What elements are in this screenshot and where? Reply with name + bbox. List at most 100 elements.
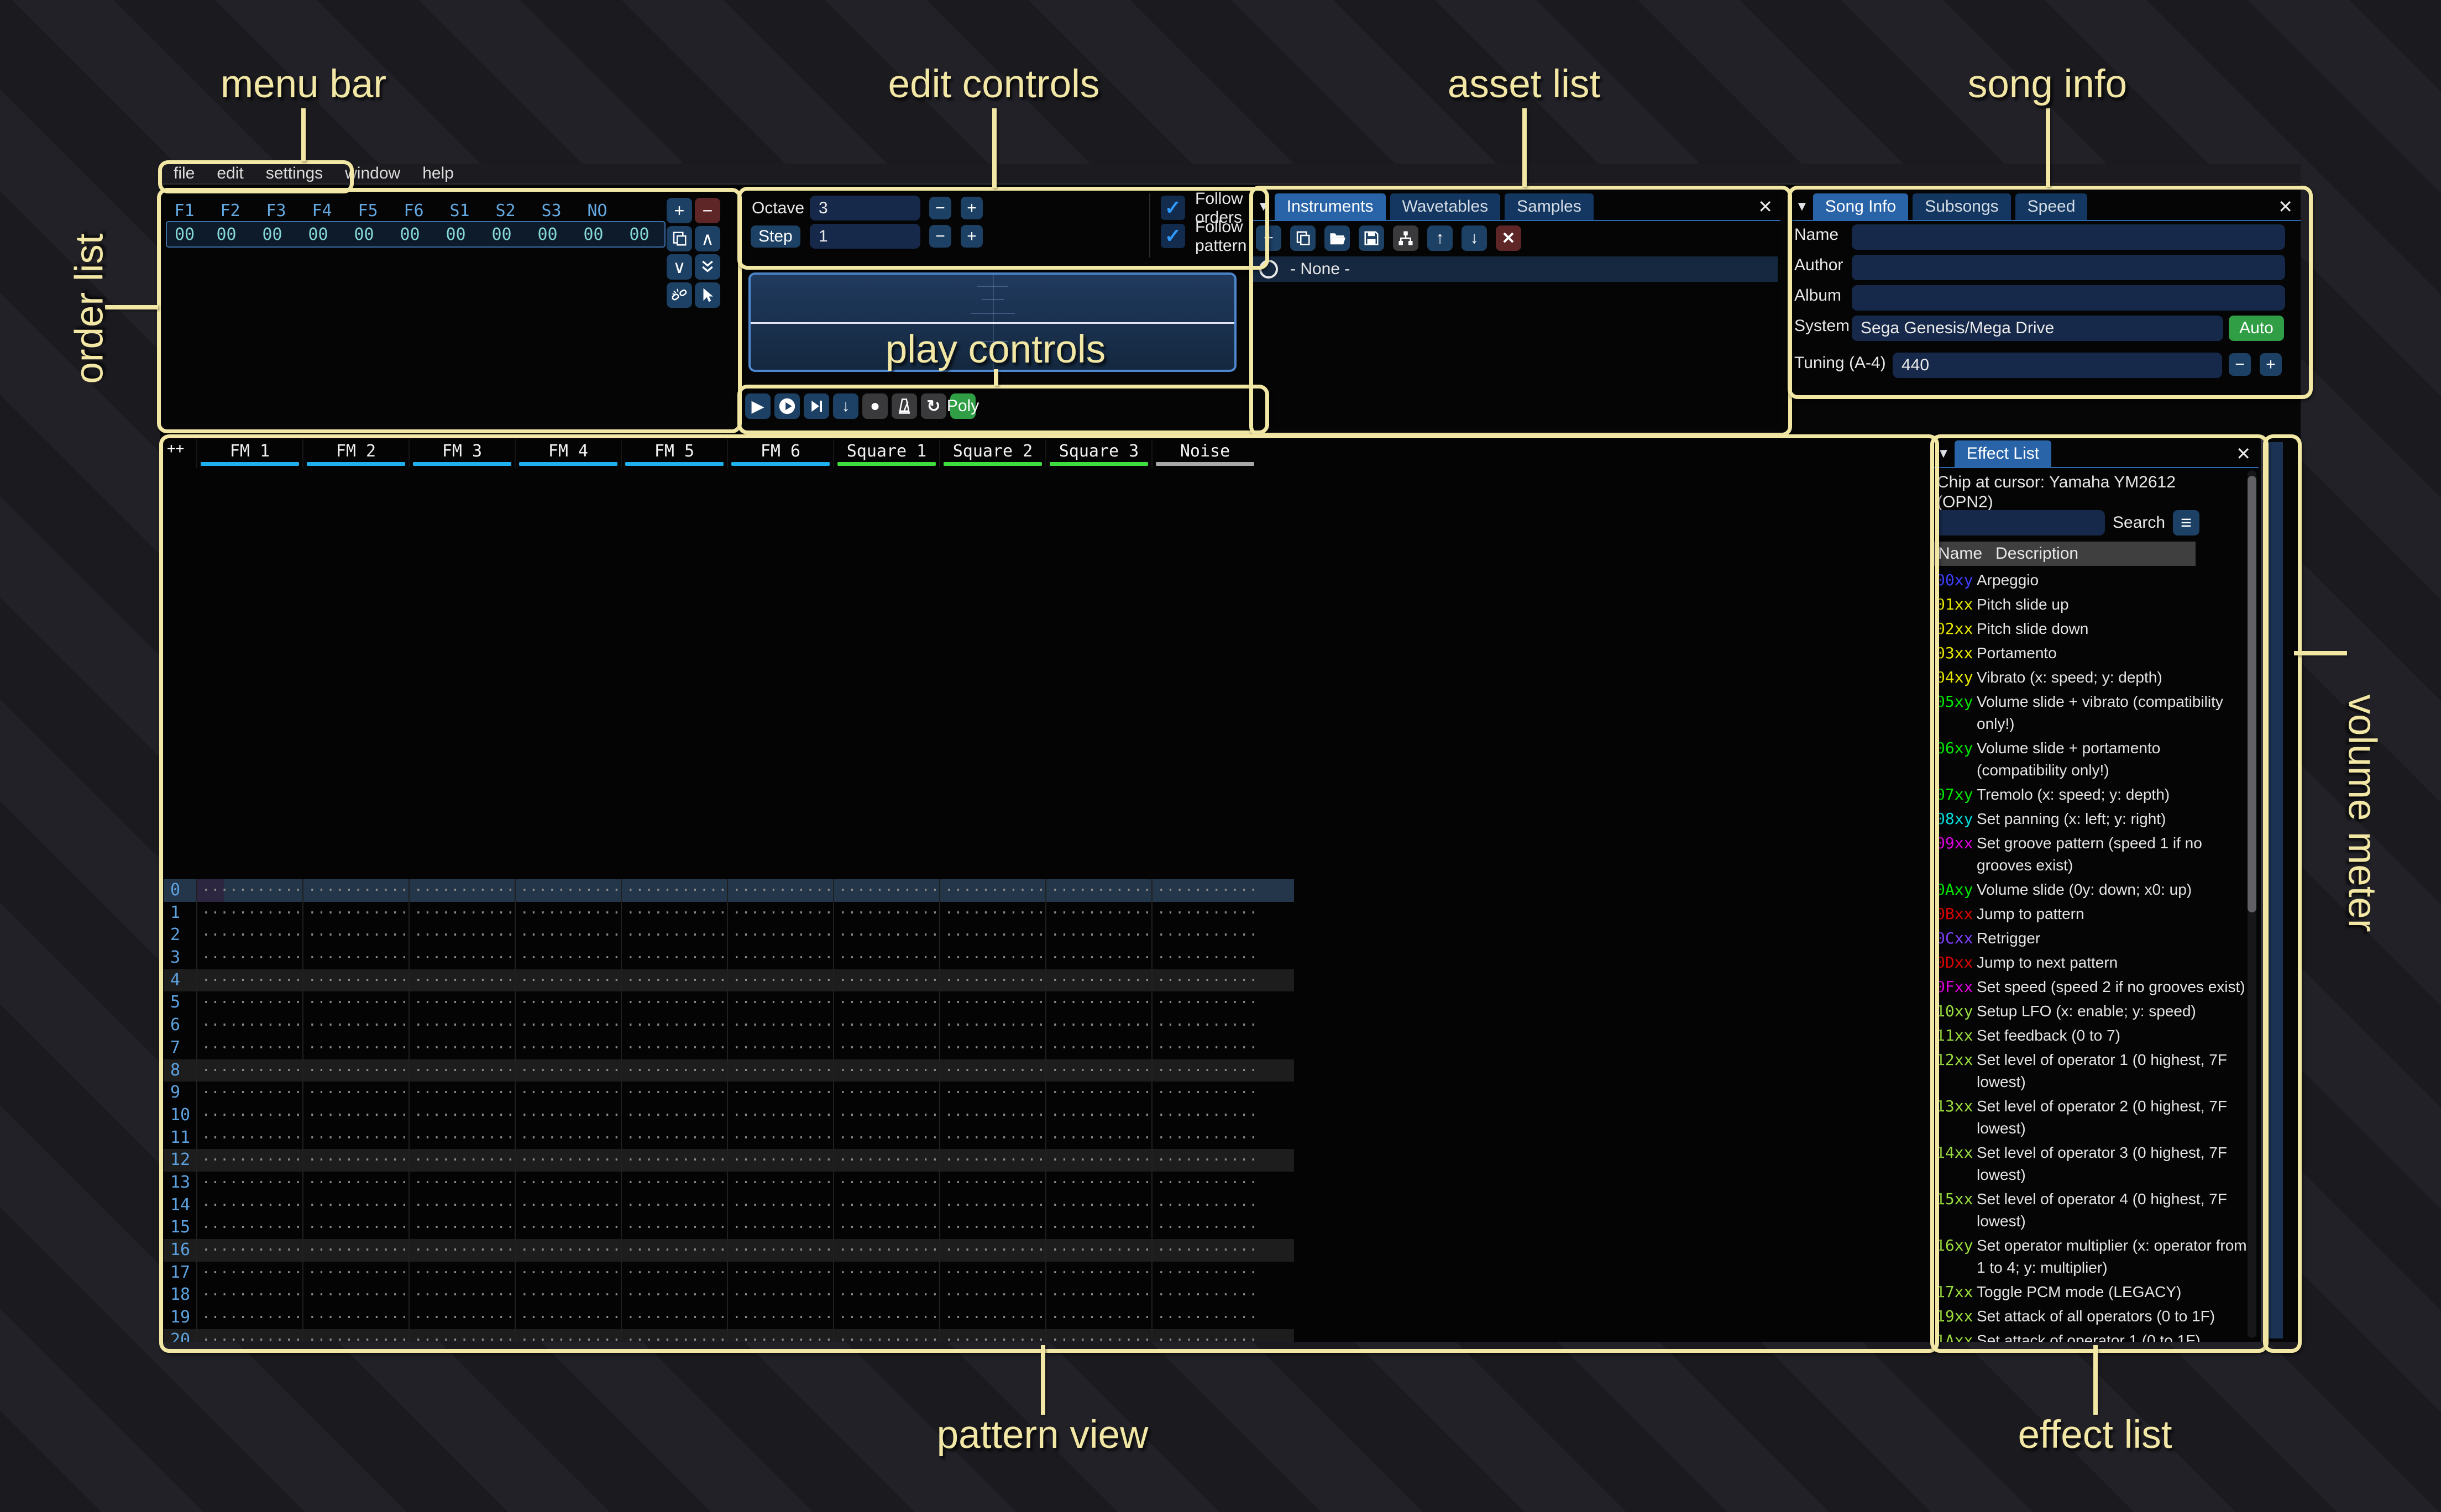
pattern-cell[interactable]: ··········· — [408, 1216, 515, 1239]
pattern-cell[interactable]: ··········· — [196, 991, 302, 1014]
pattern-cell[interactable]: ··········· — [408, 1194, 515, 1217]
effect-row[interactable]: 08xy Set panning (x: left; y: right) — [1936, 808, 2259, 830]
record-icon[interactable]: ● — [862, 393, 888, 419]
pattern-cell[interactable]: ··········· — [196, 1014, 302, 1037]
pattern-cell[interactable]: ··········· — [939, 879, 1045, 902]
pattern-cell[interactable]: ··········· — [1045, 1194, 1151, 1217]
play-row-icon[interactable] — [804, 393, 829, 419]
pattern-channel-header[interactable]: Noise — [1151, 439, 1258, 468]
pattern-cell[interactable]: ··········· — [1151, 1172, 1258, 1194]
poly-toggle-button[interactable]: Poly — [950, 393, 976, 419]
pattern-channel-header[interactable]: FM 2 — [302, 439, 408, 468]
pattern-cell[interactable]: ··········· — [833, 1284, 939, 1306]
effect-row[interactable]: 10xy Setup LFO (x: enable; y: speed) — [1936, 1000, 2259, 1022]
pattern-cell[interactable]: ··········· — [939, 1284, 1045, 1306]
tuning-decrease-button[interactable]: − — [2229, 353, 2251, 376]
order-cell[interactable]: 00 — [387, 225, 433, 244]
pattern-cell[interactable]: ··········· — [727, 1306, 833, 1329]
menu-icon[interactable]: ≡ — [2173, 510, 2199, 536]
pattern-row[interactable]: 3 ··········· ··········· ··········· ··… — [164, 947, 1294, 969]
pattern-cell[interactable]: ··········· — [939, 1059, 1045, 1082]
pattern-channel-header[interactable]: Square 2 — [939, 439, 1045, 468]
pattern-cell[interactable]: ··········· — [621, 1104, 727, 1127]
pattern-cell[interactable]: ··········· — [833, 924, 939, 947]
song-info-tab[interactable]: Speed — [2015, 193, 2088, 220]
pattern-cell[interactable]: ··········· — [1151, 879, 1258, 902]
pattern-cell[interactable]: ··········· — [515, 1262, 621, 1284]
pattern-cell[interactable]: ··········· — [1045, 924, 1151, 947]
name-input[interactable] — [1852, 224, 2285, 250]
effect-list-title-tab[interactable]: Effect List — [1955, 440, 2051, 467]
pattern-cell[interactable]: ··········· — [302, 1127, 408, 1149]
pattern-cell[interactable]: ··········· — [939, 1127, 1045, 1149]
pattern-cell[interactable]: ··········· — [302, 924, 408, 947]
pattern-cell[interactable]: ··········· — [302, 879, 408, 902]
pattern-cell[interactable]: ··········· — [939, 1306, 1045, 1329]
pattern-cell[interactable]: ··········· — [302, 1014, 408, 1037]
pattern-cell[interactable]: ··········· — [515, 1306, 621, 1329]
effect-row[interactable]: 0Fxx Set speed (speed 2 if no grooves ex… — [1936, 976, 2259, 998]
pattern-cell[interactable]: ··········· — [408, 924, 515, 947]
order-cell[interactable]: 00 — [616, 225, 662, 244]
pattern-cell[interactable]: ··········· — [515, 1127, 621, 1149]
pattern-cell[interactable]: ··········· — [833, 947, 939, 969]
pattern-cell[interactable]: ··········· — [302, 947, 408, 969]
pattern-cell[interactable]: ··········· — [833, 969, 939, 992]
pattern-cell[interactable]: ··········· — [515, 1284, 621, 1306]
pattern-cell[interactable]: ··········· — [727, 969, 833, 992]
order-channel-header[interactable]: F6 — [391, 201, 437, 221]
pattern-cell[interactable]: ··········· — [833, 879, 939, 902]
effect-row[interactable]: 19xx Set attack of all operators (0 to 1… — [1936, 1305, 2259, 1327]
asset-tab[interactable]: Samples — [1505, 193, 1594, 220]
pattern-channel-header[interactable]: Square 1 — [833, 439, 939, 468]
pattern-cell[interactable]: ··········· — [621, 947, 727, 969]
menu-item[interactable]: help — [422, 164, 454, 183]
effect-row[interactable]: 02xx Pitch slide down — [1936, 618, 2259, 640]
pattern-cell[interactable]: ··········· — [939, 991, 1045, 1014]
pattern-cell[interactable]: ··········· — [1151, 1014, 1258, 1037]
pattern-cell[interactable]: ··········· — [408, 1149, 515, 1172]
effect-row[interactable]: 17xx Toggle PCM mode (LEGACY) — [1936, 1281, 2259, 1303]
effect-row[interactable]: 0Cxx Retrigger — [1936, 927, 2259, 949]
pattern-cell[interactable]: ··········· — [1151, 1306, 1258, 1329]
close-icon[interactable]: ✕ — [2236, 443, 2251, 464]
pattern-cell[interactable]: ··········· — [621, 924, 727, 947]
pattern-row[interactable]: 13 ··········· ··········· ··········· ·… — [164, 1172, 1294, 1194]
pattern-cell[interactable]: ··········· — [1045, 969, 1151, 992]
search-input[interactable] — [1936, 510, 2105, 536]
pattern-cell[interactable]: ··········· — [408, 902, 515, 925]
pattern-cell[interactable]: ··········· — [939, 1194, 1045, 1217]
effect-row[interactable]: 01xx Pitch slide up — [1936, 594, 2259, 616]
pattern-cell[interactable]: ··········· — [515, 1329, 621, 1342]
pattern-cell[interactable]: ··········· — [302, 1149, 408, 1172]
delete-icon[interactable]: ✕ — [1496, 225, 1521, 251]
open-icon[interactable] — [1324, 225, 1350, 251]
pattern-cell[interactable]: ··········· — [515, 902, 621, 925]
order-row-selected[interactable]: 00 00000000000000000000 — [166, 221, 666, 248]
octave-increase-button[interactable]: + — [961, 197, 983, 219]
pattern-cell[interactable]: ··········· — [833, 1149, 939, 1172]
pattern-cell[interactable]: ··········· — [196, 947, 302, 969]
pattern-cell[interactable]: ··········· — [621, 1194, 727, 1217]
remove-icon[interactable]: − — [695, 198, 720, 223]
effect-row[interactable]: 16xy Set operator multiplier (x: operato… — [1936, 1235, 2259, 1279]
effect-row[interactable]: 06xy Volume slide + portamento (compatib… — [1936, 737, 2259, 781]
pattern-cell[interactable]: ··········· — [515, 1104, 621, 1127]
pattern-row[interactable]: 0 ··········· ··········· ··········· ··… — [164, 879, 1294, 902]
pattern-cell[interactable]: ··········· — [302, 1082, 408, 1104]
pattern-cell[interactable]: ··········· — [408, 1172, 515, 1194]
pattern-cell[interactable]: ··········· — [515, 1239, 621, 1262]
pattern-cell[interactable]: ··········· — [939, 1037, 1045, 1059]
pattern-cell[interactable]: ··········· — [1045, 879, 1151, 902]
step-decrease-button[interactable]: − — [929, 225, 951, 248]
pattern-row[interactable]: 14 ··········· ··········· ··········· ·… — [164, 1194, 1294, 1217]
pattern-cell[interactable]: ··········· — [621, 902, 727, 925]
scrollbar[interactable] — [2248, 470, 2256, 1338]
step-down-icon[interactable]: ↓ — [833, 393, 858, 419]
pattern-cell[interactable]: ··········· — [833, 1216, 939, 1239]
pattern-row[interactable]: 1 ··········· ··········· ··········· ··… — [164, 902, 1294, 925]
pattern-cell[interactable]: ··········· — [727, 1194, 833, 1217]
pattern-row[interactable]: 6 ··········· ··········· ··········· ··… — [164, 1014, 1294, 1037]
move-up-icon[interactable]: ↑ — [1427, 225, 1453, 251]
effect-row[interactable]: 1Axx Set attack of operator 1 (0 to 1F) — [1936, 1330, 2259, 1342]
